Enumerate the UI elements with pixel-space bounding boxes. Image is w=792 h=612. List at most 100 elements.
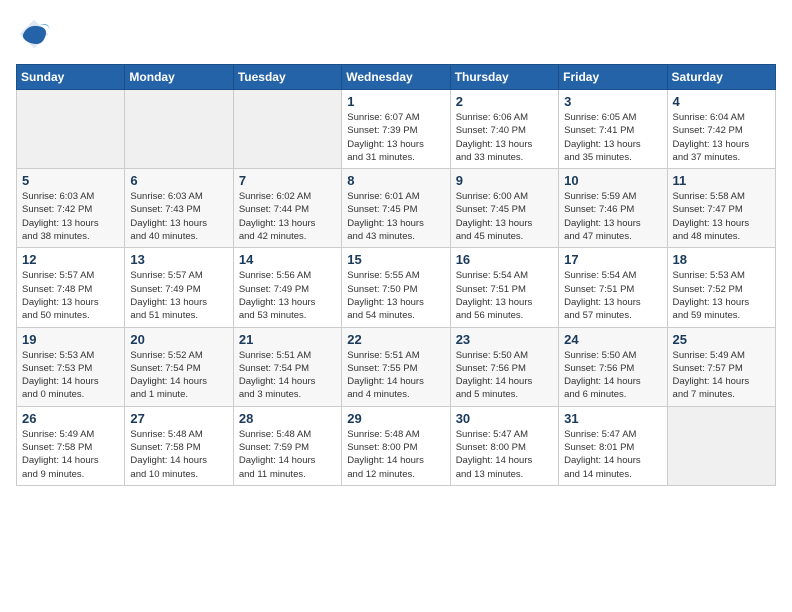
day-info: Sunrise: 5:58 AM Sunset: 7:47 PM Dayligh…	[673, 190, 770, 243]
day-number: 23	[456, 332, 553, 347]
calendar-cell: 27 Sunrise: 5:48 AM Sunset: 7:58 PM Dayli…	[125, 406, 233, 485]
day-info: Sunrise: 5:59 AM Sunset: 7:46 PM Dayligh…	[564, 190, 661, 243]
day-number: 11	[673, 173, 770, 188]
day-info: Sunrise: 5:51 AM Sunset: 7:54 PM Dayligh…	[239, 349, 336, 402]
calendar-cell	[125, 90, 233, 169]
calendar-cell: 31 Sunrise: 5:47 AM Sunset: 8:01 PM Dayli…	[559, 406, 667, 485]
day-number: 19	[22, 332, 119, 347]
day-number: 17	[564, 252, 661, 267]
calendar-cell: 8 Sunrise: 6:01 AM Sunset: 7:45 PM Daylig…	[342, 169, 450, 248]
calendar-cell: 4 Sunrise: 6:04 AM Sunset: 7:42 PM Daylig…	[667, 90, 775, 169]
day-info: Sunrise: 5:57 AM Sunset: 7:48 PM Dayligh…	[22, 269, 119, 322]
day-info: Sunrise: 5:50 AM Sunset: 7:56 PM Dayligh…	[564, 349, 661, 402]
day-number: 15	[347, 252, 444, 267]
calendar-cell: 18 Sunrise: 5:53 AM Sunset: 7:52 PM Dayli…	[667, 248, 775, 327]
logo-icon	[16, 16, 52, 52]
calendar-cell: 20 Sunrise: 5:52 AM Sunset: 7:54 PM Dayli…	[125, 327, 233, 406]
day-number: 6	[130, 173, 227, 188]
calendar-cell: 29 Sunrise: 5:48 AM Sunset: 8:00 PM Dayli…	[342, 406, 450, 485]
day-number: 10	[564, 173, 661, 188]
page-header	[16, 16, 776, 52]
calendar-cell: 10 Sunrise: 5:59 AM Sunset: 7:46 PM Dayli…	[559, 169, 667, 248]
day-info: Sunrise: 5:49 AM Sunset: 7:57 PM Dayligh…	[673, 349, 770, 402]
logo	[16, 16, 56, 52]
day-info: Sunrise: 5:53 AM Sunset: 7:52 PM Dayligh…	[673, 269, 770, 322]
day-number: 16	[456, 252, 553, 267]
day-info: Sunrise: 5:51 AM Sunset: 7:55 PM Dayligh…	[347, 349, 444, 402]
day-number: 8	[347, 173, 444, 188]
day-of-week-header: Wednesday	[342, 65, 450, 90]
day-of-week-header: Monday	[125, 65, 233, 90]
day-info: Sunrise: 6:00 AM Sunset: 7:45 PM Dayligh…	[456, 190, 553, 243]
calendar-header-row: SundayMondayTuesdayWednesdayThursdayFrid…	[17, 65, 776, 90]
day-info: Sunrise: 6:03 AM Sunset: 7:43 PM Dayligh…	[130, 190, 227, 243]
day-info: Sunrise: 5:48 AM Sunset: 7:59 PM Dayligh…	[239, 428, 336, 481]
day-info: Sunrise: 5:47 AM Sunset: 8:01 PM Dayligh…	[564, 428, 661, 481]
calendar-week-row: 19Sunrise: 5:53 AM Sunset: 7:53 PM Dayli…	[17, 327, 776, 406]
day-number: 13	[130, 252, 227, 267]
day-info: Sunrise: 6:07 AM Sunset: 7:39 PM Dayligh…	[347, 111, 444, 164]
calendar-cell	[233, 90, 341, 169]
calendar-cell: 11 Sunrise: 5:58 AM Sunset: 7:47 PM Dayli…	[667, 169, 775, 248]
day-of-week-header: Tuesday	[233, 65, 341, 90]
day-number: 1	[347, 94, 444, 109]
calendar-cell: 22 Sunrise: 5:51 AM Sunset: 7:55 PM Dayli…	[342, 327, 450, 406]
day-info: Sunrise: 5:52 AM Sunset: 7:54 PM Dayligh…	[130, 349, 227, 402]
calendar-cell: 3 Sunrise: 6:05 AM Sunset: 7:41 PM Daylig…	[559, 90, 667, 169]
calendar-cell: 12 Sunrise: 5:57 AM Sunset: 7:48 PM Dayli…	[17, 248, 125, 327]
day-info: Sunrise: 6:05 AM Sunset: 7:41 PM Dayligh…	[564, 111, 661, 164]
day-number: 24	[564, 332, 661, 347]
day-number: 14	[239, 252, 336, 267]
calendar-cell: 26Sunrise: 5:49 AM Sunset: 7:58 PM Dayli…	[17, 406, 125, 485]
day-info: Sunrise: 5:56 AM Sunset: 7:49 PM Dayligh…	[239, 269, 336, 322]
day-number: 30	[456, 411, 553, 426]
day-info: Sunrise: 5:54 AM Sunset: 7:51 PM Dayligh…	[564, 269, 661, 322]
calendar-cell: 1 Sunrise: 6:07 AM Sunset: 7:39 PM Daylig…	[342, 90, 450, 169]
day-info: Sunrise: 6:01 AM Sunset: 7:45 PM Dayligh…	[347, 190, 444, 243]
calendar-cell: 16 Sunrise: 5:54 AM Sunset: 7:51 PM Dayli…	[450, 248, 558, 327]
calendar-cell: 5 Sunrise: 6:03 AM Sunset: 7:42 PM Daylig…	[17, 169, 125, 248]
calendar-cell: 28 Sunrise: 5:48 AM Sunset: 7:59 PM Dayli…	[233, 406, 341, 485]
day-number: 28	[239, 411, 336, 426]
day-info: Sunrise: 5:57 AM Sunset: 7:49 PM Dayligh…	[130, 269, 227, 322]
day-info: Sunrise: 6:02 AM Sunset: 7:44 PM Dayligh…	[239, 190, 336, 243]
calendar-cell: 30 Sunrise: 5:47 AM Sunset: 8:00 PM Dayli…	[450, 406, 558, 485]
calendar-week-row: 5 Sunrise: 6:03 AM Sunset: 7:42 PM Daylig…	[17, 169, 776, 248]
calendar-cell: 15 Sunrise: 5:55 AM Sunset: 7:50 PM Dayli…	[342, 248, 450, 327]
day-info: Sunrise: 5:55 AM Sunset: 7:50 PM Dayligh…	[347, 269, 444, 322]
day-of-week-header: Sunday	[17, 65, 125, 90]
day-number: 22	[347, 332, 444, 347]
calendar-week-row: 1 Sunrise: 6:07 AM Sunset: 7:39 PM Daylig…	[17, 90, 776, 169]
calendar-week-row: 12 Sunrise: 5:57 AM Sunset: 7:48 PM Dayli…	[17, 248, 776, 327]
day-info: Sunrise: 6:03 AM Sunset: 7:42 PM Dayligh…	[22, 190, 119, 243]
day-info: Sunrise: 6:04 AM Sunset: 7:42 PM Dayligh…	[673, 111, 770, 164]
day-number: 7	[239, 173, 336, 188]
calendar-cell: 25 Sunrise: 5:49 AM Sunset: 7:57 PM Dayli…	[667, 327, 775, 406]
calendar-cell	[667, 406, 775, 485]
day-number: 31	[564, 411, 661, 426]
day-number: 18	[673, 252, 770, 267]
day-number: 9	[456, 173, 553, 188]
day-number: 2	[456, 94, 553, 109]
day-of-week-header: Thursday	[450, 65, 558, 90]
calendar-cell: 24 Sunrise: 5:50 AM Sunset: 7:56 PM Dayli…	[559, 327, 667, 406]
day-info: Sunrise: 5:47 AM Sunset: 8:00 PM Dayligh…	[456, 428, 553, 481]
day-number: 4	[673, 94, 770, 109]
day-number: 12	[22, 252, 119, 267]
day-number: 3	[564, 94, 661, 109]
calendar-cell: 19Sunrise: 5:53 AM Sunset: 7:53 PM Dayli…	[17, 327, 125, 406]
calendar-cell: 9 Sunrise: 6:00 AM Sunset: 7:45 PM Daylig…	[450, 169, 558, 248]
day-info: Sunrise: 5:48 AM Sunset: 8:00 PM Dayligh…	[347, 428, 444, 481]
day-number: 5	[22, 173, 119, 188]
day-info: Sunrise: 5:50 AM Sunset: 7:56 PM Dayligh…	[456, 349, 553, 402]
day-number: 25	[673, 332, 770, 347]
day-number: 29	[347, 411, 444, 426]
day-number: 26	[22, 411, 119, 426]
day-info: Sunrise: 5:54 AM Sunset: 7:51 PM Dayligh…	[456, 269, 553, 322]
calendar-cell: 2Sunrise: 6:06 AM Sunset: 7:40 PM Daylig…	[450, 90, 558, 169]
day-info: Sunrise: 5:48 AM Sunset: 7:58 PM Dayligh…	[130, 428, 227, 481]
day-number: 27	[130, 411, 227, 426]
calendar-cell: 13 Sunrise: 5:57 AM Sunset: 7:49 PM Dayli…	[125, 248, 233, 327]
calendar-cell	[17, 90, 125, 169]
day-number: 20	[130, 332, 227, 347]
